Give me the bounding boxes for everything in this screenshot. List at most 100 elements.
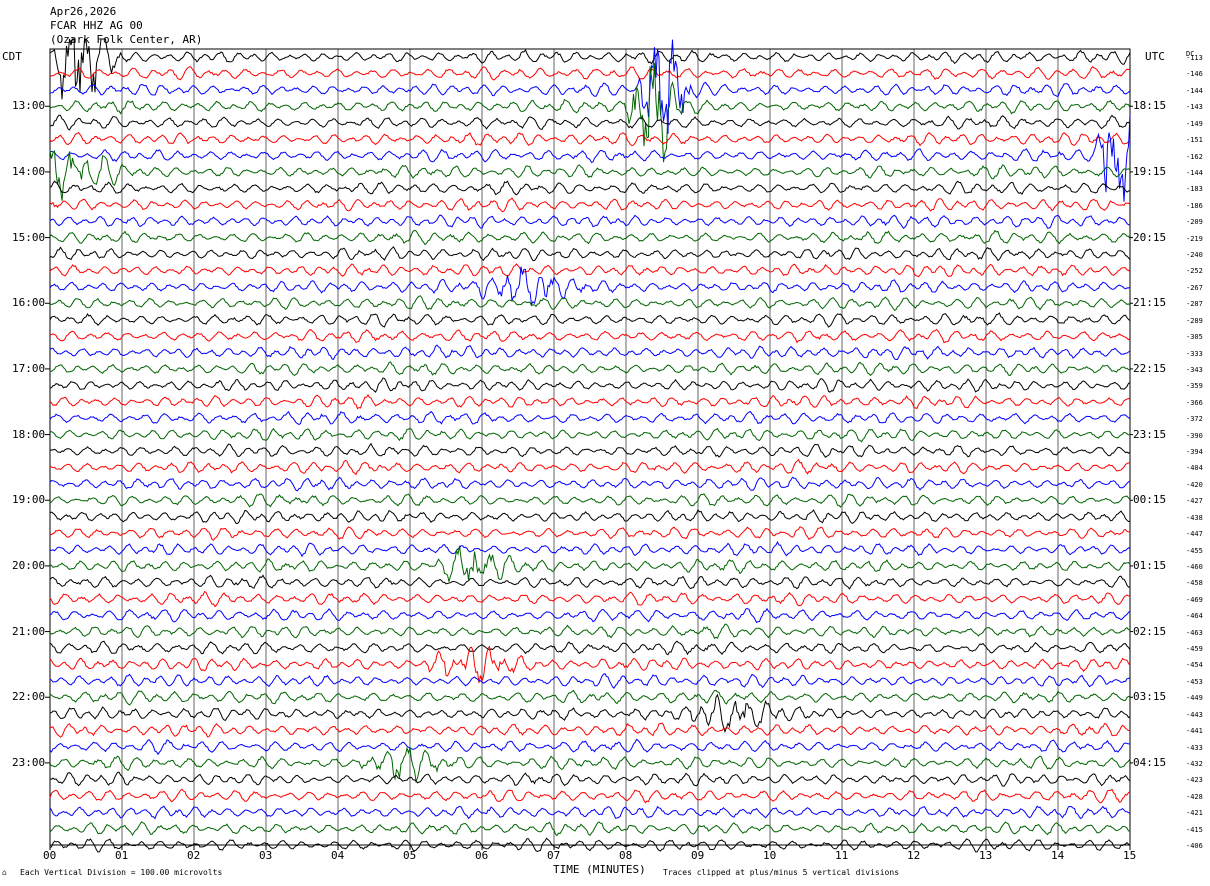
seismic-trace (49, 689, 1131, 706)
dc-offset-label: -432 (1186, 759, 1203, 768)
cdt-hour-label: 13:00 (12, 99, 46, 113)
seismic-trace (49, 149, 1131, 201)
dc-offset-label: -186 (1186, 201, 1203, 210)
seismic-trace (49, 295, 1131, 311)
seismic-trace (49, 131, 1131, 147)
corner-mark: ⌂ (2, 868, 7, 877)
dc-offset-label: -372 (1186, 415, 1203, 424)
cdt-hour-label: 14:00 (12, 164, 46, 178)
cdt-hour-label: 21:00 (12, 624, 46, 638)
seismic-trace (49, 246, 1131, 262)
helicorder-plot (45, 38, 1133, 853)
x-axis-title: TIME (MINUTES) (553, 863, 646, 876)
dc-offset-label: -454 (1186, 661, 1203, 670)
utc-hour-label: 02:15 (1133, 624, 1167, 638)
seismic-trace (49, 393, 1131, 410)
x-tick-label: 12 (907, 849, 921, 862)
scale-note: Each Vertical Division = 100.00 microvol… (20, 868, 223, 877)
utc-hour-label: 19:15 (1133, 164, 1167, 178)
dc-offset-label: -421 (1186, 809, 1203, 818)
x-tick-label: 09 (691, 849, 705, 862)
dc-offset-label: -390 (1186, 431, 1203, 440)
dc-offset-label: -146 (1186, 70, 1203, 79)
seismic-trace (49, 788, 1131, 804)
seismic-trace (49, 39, 1131, 134)
dc-offset-label: -404 (1186, 464, 1203, 473)
cdt-hour-label: 18:00 (12, 427, 46, 441)
dc-offset-label: -149 (1186, 119, 1203, 128)
seismic-trace (49, 508, 1131, 525)
cdt-hour-label: 19:00 (12, 493, 46, 507)
dc-offset-label: -219 (1186, 234, 1203, 243)
dc-offset-label: -333 (1186, 349, 1203, 358)
cdt-hour-label: 17:00 (12, 361, 46, 375)
x-tick-label: 10 (763, 849, 777, 862)
dc-offset-label: -447 (1186, 530, 1203, 539)
seismic-trace (49, 410, 1131, 426)
seismic-trace (49, 197, 1131, 213)
seismic-trace (49, 442, 1131, 459)
seismic-trace (49, 738, 1130, 756)
x-tick-label: 00 (43, 849, 57, 862)
seismic-trace (49, 805, 1131, 820)
utc-hour-label: 03:15 (1133, 690, 1167, 704)
dc-offset-label: -423 (1186, 776, 1203, 785)
dc-offset-label: -183 (1186, 185, 1203, 194)
cdt-hour-label: 22:00 (12, 690, 46, 704)
utc-hour-label: 18:15 (1133, 99, 1167, 113)
seismic-trace (49, 591, 1131, 608)
x-tick-label: 11 (835, 849, 849, 862)
seismic-trace (49, 493, 1131, 508)
dc-offset-label: -289 (1186, 316, 1203, 325)
seismic-trace (49, 427, 1131, 443)
utc-hour-label: 00:15 (1133, 493, 1167, 507)
seismic-trace (49, 623, 1131, 640)
dc-offset-label: -415 (1186, 825, 1203, 834)
dc-offset-label: -460 (1186, 562, 1203, 571)
dc-offset-label: -113 (1186, 54, 1203, 62)
cdt-hour-label: 16:00 (12, 296, 46, 310)
seismic-trace (49, 458, 1131, 476)
x-tick-label: 05 (403, 849, 417, 862)
utc-hour-label: 22:15 (1133, 361, 1167, 375)
seismic-trace (49, 344, 1131, 361)
seismic-trace (49, 526, 1131, 541)
seismic-trace (49, 771, 1131, 787)
cdt-hour-label: 23:00 (12, 755, 46, 769)
seismic-trace (49, 65, 1131, 81)
seismic-trace (49, 361, 1131, 377)
dc-offset-label: -441 (1186, 727, 1203, 736)
dc-offset-label: -252 (1186, 267, 1203, 276)
dc-offset-label: -443 (1186, 710, 1203, 719)
x-tick-label: 14 (1051, 849, 1065, 862)
dc-offset-label: -359 (1186, 382, 1203, 391)
seismic-trace (49, 63, 1131, 163)
x-tick-label: 01 (115, 849, 129, 862)
cdt-hour-label: 15:00 (12, 230, 46, 244)
dc-offset-label: -267 (1186, 283, 1203, 292)
x-tick-label: 02 (187, 849, 201, 862)
seismic-trace (49, 263, 1131, 278)
seismic-trace (49, 574, 1131, 590)
seismic-trace (49, 180, 1131, 196)
dc-offset-label: -433 (1186, 743, 1203, 752)
utc-hour-label: 23:15 (1133, 427, 1167, 441)
dc-offset-label: -463 (1186, 628, 1203, 637)
dc-offset-label: -455 (1186, 546, 1203, 555)
dc-offset-label: -406 (1186, 842, 1203, 850)
x-tick-label: 15 (1123, 849, 1137, 862)
seismic-trace (49, 377, 1131, 393)
dc-offset-label: -162 (1186, 152, 1203, 161)
utc-hour-label: 21:15 (1133, 296, 1167, 310)
seismic-trace (49, 545, 1131, 582)
dc-offset-label: -143 (1186, 103, 1203, 112)
dc-offset-label: -427 (1186, 497, 1203, 506)
dc-offset-label: -240 (1186, 251, 1203, 259)
seismic-trace (49, 114, 1131, 131)
dc-offset-label: -287 (1186, 300, 1203, 309)
cdt-hour-label: 20:00 (12, 558, 46, 572)
seismic-trace (49, 229, 1131, 246)
dc-offset-label: -144 (1186, 86, 1203, 95)
seismic-trace (49, 607, 1131, 624)
x-tick-label: 07 (547, 849, 561, 862)
